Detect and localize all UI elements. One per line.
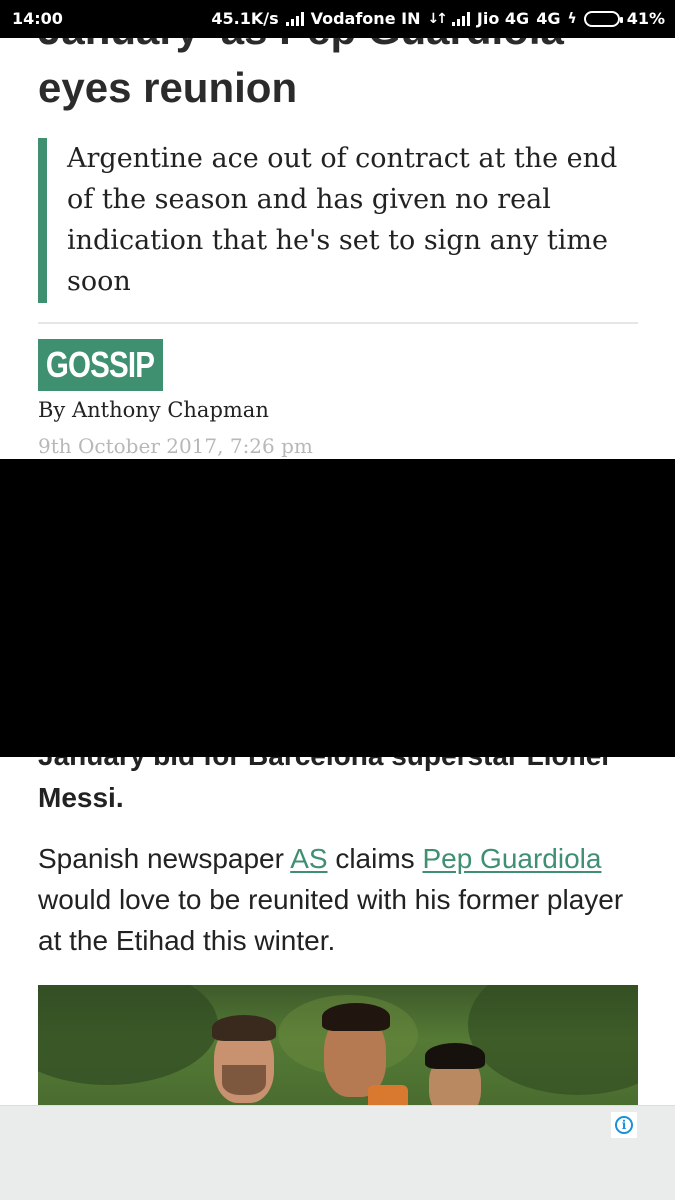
publish-date: 9th October 2017, 7:26 pm: [38, 434, 313, 458]
bolt-icon: ϟ: [567, 10, 577, 27]
player-photo: [318, 1003, 408, 1105]
ad-banner[interactable]: i: [0, 1105, 675, 1200]
headline: eyes reunion: [38, 64, 298, 111]
para-text: would love to be reunited with his forme…: [38, 884, 624, 956]
divider: [38, 322, 638, 324]
body-paragraph: Spanish newspaper AS claims Pep Guardiol…: [38, 838, 648, 961]
byline: By Anthony Chapman: [38, 398, 269, 422]
category-label: GOSSIP: [46, 344, 155, 385]
carrier-1: Vodafone IN: [310, 9, 421, 28]
video-player[interactable]: [0, 459, 675, 757]
status-time: 14:00: [12, 9, 63, 28]
signal-icon: [285, 11, 304, 26]
info-icon[interactable]: i: [611, 1112, 637, 1138]
status-bar: 14:00 45.1K/s Vodafone IN ↓↑ Jio 4G 4G ϟ…: [0, 0, 675, 38]
standfirst: Argentine ace out of contract at the end…: [38, 138, 638, 303]
para-text: claims: [327, 843, 423, 874]
network-type: 4G: [536, 9, 561, 28]
network-speed: 45.1K/s: [211, 9, 279, 28]
screen: 14:00 45.1K/s Vodafone IN ↓↑ Jio 4G 4G ϟ…: [0, 0, 675, 1200]
link-pep-guardiola[interactable]: Pep Guardiola: [422, 843, 601, 874]
player-photo: [208, 1015, 280, 1105]
carrier-2: Jio 4G: [476, 9, 530, 28]
category-badge[interactable]: GOSSIP: [38, 339, 163, 391]
standfirst-text: Argentine ace out of contract at the end…: [67, 143, 618, 297]
battery-icon: [583, 10, 623, 27]
link-as[interactable]: AS: [290, 843, 327, 874]
battery-percent: 41%: [626, 9, 665, 28]
para-text: Spanish newspaper: [38, 843, 291, 874]
signal-icon: [451, 11, 470, 26]
status-icons: 45.1K/s Vodafone IN ↓↑ Jio 4G 4G ϟ 41%: [211, 9, 665, 28]
player-photo: [423, 1043, 493, 1105]
article-photo: [38, 985, 638, 1105]
data-arrows-icon: ↓↑: [427, 10, 448, 27]
lead-paragraph-end: Messi.: [38, 782, 124, 813]
